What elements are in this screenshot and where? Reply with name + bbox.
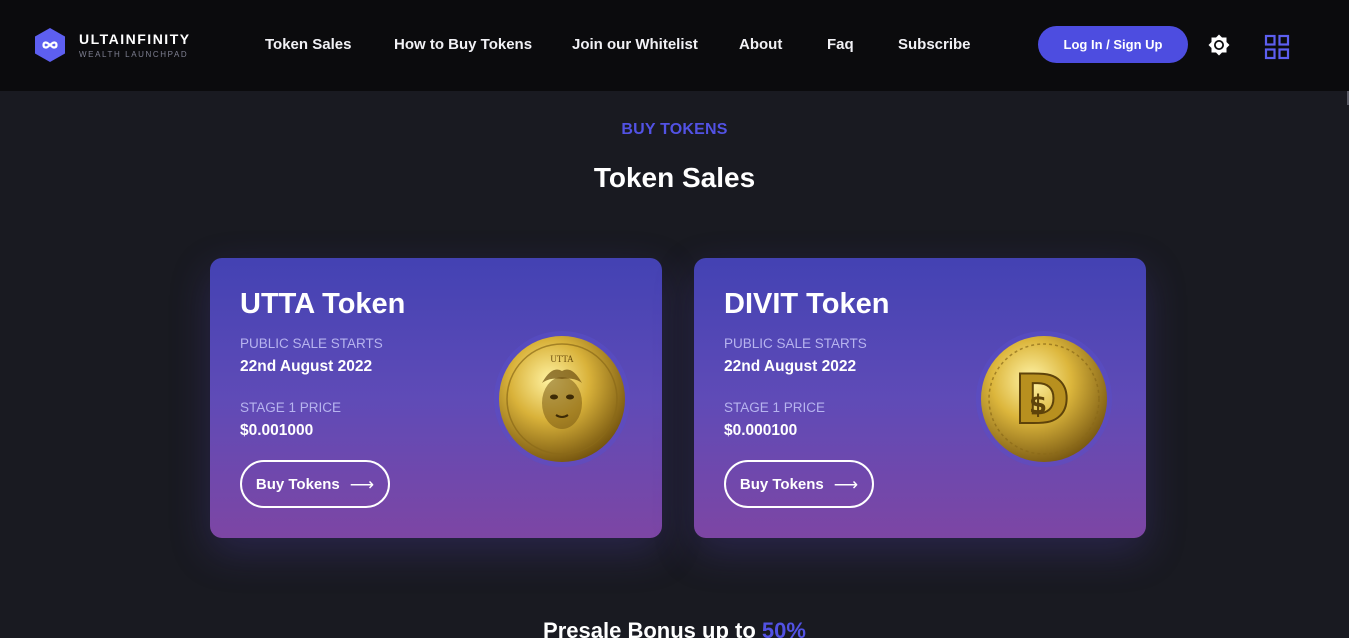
coin-text: UTTA	[550, 354, 574, 364]
infinity-hexagon-icon	[35, 28, 65, 62]
token-title: DIVIT Token	[724, 288, 890, 320]
token-card-divit: DIVIT Token PUBLIC SALE STARTS 22nd Augu…	[694, 258, 1146, 538]
stage-price-label: STAGE 1 PRICE	[724, 400, 826, 415]
nav-item-token-sales[interactable]: Token Sales	[265, 36, 351, 54]
brand-name: ULTAINFINITY	[79, 30, 191, 47]
brand-tagline: WEALTH LAUNCHPAD	[79, 49, 189, 59]
section-eyebrow: BUY TOKENS	[621, 121, 728, 138]
brand-logo[interactable]: ULTAINFINITY WEALTH LAUNCHPAD	[32, 27, 191, 63]
buy-divit-button[interactable]: Buy Tokens ⟶	[724, 460, 874, 508]
buy-button-label: Buy Tokens	[739, 475, 824, 493]
sale-start-date: 22nd August 2022	[724, 358, 857, 375]
site-header: ULTAINFINITY WEALTH LAUNCHPAD Token Sale…	[0, 0, 1349, 91]
stage-price-value: $0.000100	[724, 422, 798, 439]
sun-icon[interactable]	[1207, 33, 1231, 57]
stage-price-label: STAGE 1 PRICE	[240, 400, 342, 415]
sale-start-label: PUBLIC SALE STARTS	[240, 336, 383, 351]
utta-coin-icon: UTTA	[494, 331, 630, 467]
stage-price-value: $0.001000	[240, 422, 314, 439]
nav-item-whitelist[interactable]: Join our Whitelist	[572, 36, 698, 54]
nav-item-about[interactable]: About	[739, 36, 782, 54]
token-title: UTTA Token	[240, 288, 406, 320]
svg-text:$: $	[1029, 390, 1047, 420]
sale-start-label: PUBLIC SALE STARTS	[724, 336, 867, 351]
grid-icon[interactable]	[1264, 34, 1290, 60]
divit-coin-icon: D $	[976, 331, 1112, 467]
login-signup-button[interactable]: Log In / Sign Up	[1038, 26, 1188, 63]
section-title: Token Sales	[593, 162, 756, 193]
token-card-utta: UTTA Token PUBLIC SALE STARTS 22nd Augus…	[210, 258, 662, 538]
bonus-text: Presale Bonus up to	[543, 618, 756, 638]
buy-utta-button[interactable]: Buy Tokens ⟶	[240, 460, 390, 508]
arrow-right-icon: ⟶	[833, 474, 859, 494]
nav-item-faq[interactable]: Faq	[827, 36, 854, 54]
sale-start-date: 22nd August 2022	[240, 358, 373, 375]
bonus-value: 50%	[761, 618, 806, 638]
buy-button-label: Buy Tokens	[255, 475, 340, 493]
nav-item-subscribe[interactable]: Subscribe	[898, 36, 971, 54]
presale-bonus-heading: Presale Bonus up to 50%	[0, 618, 1349, 638]
nav-item-how-to-buy[interactable]: How to Buy Tokens	[394, 36, 532, 54]
arrow-right-icon: ⟶	[349, 474, 375, 494]
